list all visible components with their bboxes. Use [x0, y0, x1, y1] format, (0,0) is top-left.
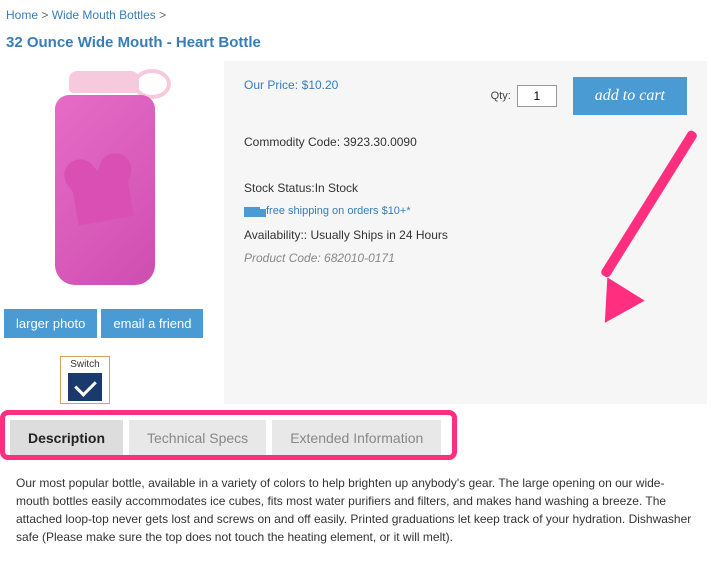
availability: Availability:: Usually Ships in 24 Hours	[244, 224, 687, 247]
add-to-cart-button[interactable]: add to cart	[573, 77, 687, 115]
price-label: Our Price	[244, 78, 295, 92]
email-friend-button[interactable]: email a friend	[101, 309, 203, 338]
tab-description[interactable]: Description	[10, 420, 123, 456]
free-shipping-text: free shipping on orders $10+*	[266, 201, 411, 222]
qty-input[interactable]	[517, 85, 557, 107]
breadcrumb-sep: >	[159, 8, 166, 22]
breadcrumb: Home > Wide Mouth Bottles >	[0, 0, 711, 30]
product-image[interactable]	[4, 61, 204, 301]
truck-icon	[244, 207, 260, 217]
price-sep: :	[295, 78, 298, 92]
switch-icon	[68, 373, 102, 401]
bottle-icon	[49, 71, 159, 291]
tab-technical-specs[interactable]: Technical Specs	[129, 420, 266, 456]
stock-status: Stock Status:In Stock	[244, 177, 687, 200]
tabs: Description Technical Specs Extended Inf…	[4, 416, 707, 460]
breadcrumb-category[interactable]: Wide Mouth Bottles	[52, 8, 156, 22]
switch-label: Switch	[70, 359, 99, 370]
larger-photo-button[interactable]: larger photo	[4, 309, 97, 338]
commodity-code: Commodity Code: 3923.30.0090	[244, 131, 687, 154]
product-code: Product Code: 682010-0171	[244, 247, 687, 270]
tab-extended-info[interactable]: Extended Information	[272, 420, 441, 456]
breadcrumb-home[interactable]: Home	[6, 8, 38, 22]
breadcrumb-sep: >	[41, 8, 48, 22]
switch-badge[interactable]: Switch	[60, 356, 110, 404]
price-value: $10.20	[302, 78, 339, 92]
description-content: Our most popular bottle, available in a …	[0, 460, 711, 566]
page-title: 32 Ounce Wide Mouth - Heart Bottle	[0, 30, 711, 61]
product-info-panel: Our Price: $10.20 Qty: add to cart Commo…	[224, 61, 707, 404]
qty-label: Qty:	[491, 90, 511, 102]
annotation-arrow	[604, 271, 711, 281]
